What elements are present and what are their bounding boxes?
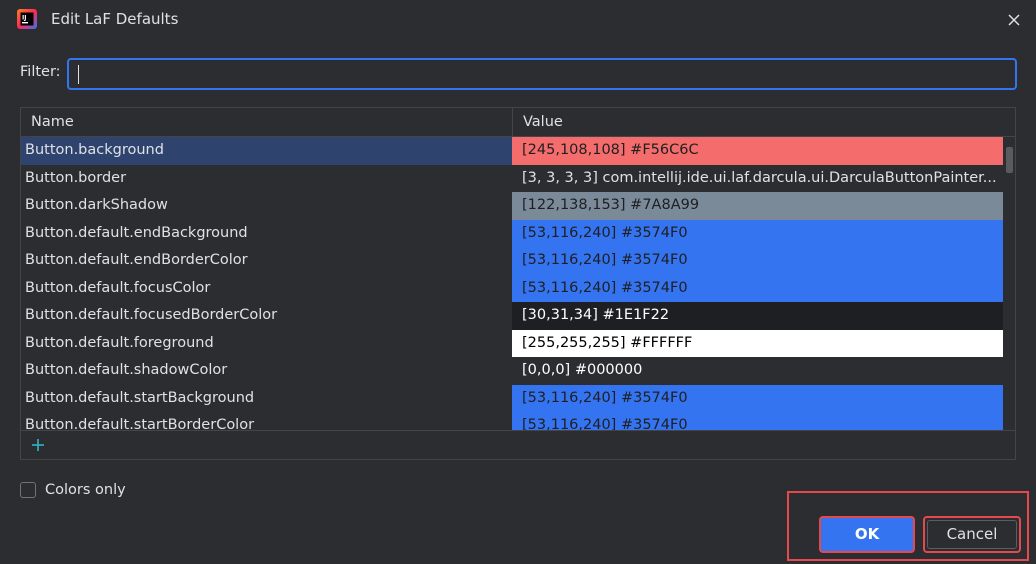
row-name-cell: Button.darkShadow <box>25 197 168 213</box>
ok-button[interactable]: OK <box>819 516 915 553</box>
table-row[interactable]: Button.border [3, 3, 3, 3] com.intellij.i… <box>21 165 1005 193</box>
row-value-cell[interactable]: [53,116,240] #3574F0 <box>512 384 1003 412</box>
plus-icon[interactable] <box>29 436 47 454</box>
table-header: Name Value <box>21 108 1015 137</box>
row-value-cell[interactable]: [53,116,240] #3574F0 <box>512 412 1003 430</box>
table-toolbar <box>21 430 1015 459</box>
row-name-cell: Button.default.startBorderColor <box>25 417 255 430</box>
table-row[interactable]: Button.darkShadow [122,138,153] #7A8A99 <box>21 192 1005 220</box>
window-title: Edit LaF Defaults <box>51 10 179 28</box>
title-bar: IJ Edit LaF Defaults <box>0 0 1036 40</box>
row-value-cell[interactable]: [3, 3, 3, 3] com.intellij.ide.ui.laf.dar… <box>512 165 1003 193</box>
colors-only-option[interactable]: Colors only <box>20 480 126 500</box>
column-header-name[interactable]: Name <box>21 108 513 136</box>
table-row[interactable]: Button.default.startBorderColor [53,116,2… <box>21 412 1005 430</box>
row-value-cell[interactable]: [122,138,153] #7A8A99 <box>512 192 1003 220</box>
row-name-cell: Button.default.shadowColor <box>25 362 228 378</box>
row-name-cell: Button.default.foreground <box>25 334 214 351</box>
colors-only-checkbox[interactable] <box>20 482 36 498</box>
filter-input-container[interactable] <box>67 58 1017 90</box>
row-name-cell: Button.default.endBorderColor <box>25 252 248 268</box>
laf-defaults-table: Name Value Button.background [245,108,108… <box>20 107 1016 460</box>
row-name-cell: Button.default.startBackground <box>25 389 255 406</box>
row-value-cell[interactable]: [53,116,240] #3574F0 <box>512 219 1003 247</box>
row-value-cell[interactable]: [30,31,34] #1E1F22 <box>512 302 1003 330</box>
cancel-button[interactable]: Cancel <box>923 516 1021 553</box>
table-row[interactable]: Button.default.foreground [255,255,255] #… <box>21 329 1005 357</box>
table-row[interactable]: Button.default.endBorderColor [53,116,240… <box>21 247 1005 275</box>
table-row[interactable]: Button.default.endBackground [53,116,240]… <box>21 219 1005 247</box>
filter-input[interactable] <box>69 60 1015 88</box>
row-value-cell[interactable]: [53,116,240] #3574F0 <box>512 247 1003 275</box>
colors-only-label: Colors only <box>45 482 126 498</box>
row-value-cell[interactable]: [0,0,0] #000000 <box>512 357 1003 385</box>
table-body: Button.background [245,108,108] #F56C6C Bu… <box>21 137 1005 430</box>
row-value-cell[interactable]: [245,108,108] #F56C6C <box>512 137 1003 165</box>
table-row[interactable]: Button.default.focusedBorderColor [30,31,… <box>21 302 1005 330</box>
column-header-value[interactable]: Value <box>513 108 1003 136</box>
table-row[interactable]: Button.default.focusColor [53,116,240] #3… <box>21 274 1005 302</box>
row-value-cell[interactable]: [255,255,255] #FFFFFF <box>512 329 1003 357</box>
table-row[interactable]: Button.background [245,108,108] #F56C6C <box>21 137 1005 165</box>
row-name-cell: Button.background <box>21 137 512 165</box>
filter-label: Filter: <box>20 64 61 80</box>
table-row[interactable]: Button.default.shadowColor [0,0,0] #00000… <box>21 357 1005 385</box>
row-name-cell: Button.default.focusedBorderColor <box>25 307 278 323</box>
row-name-cell: Button.border <box>25 169 127 186</box>
intellij-idea-icon: IJ <box>17 9 37 29</box>
table-row[interactable]: Button.default.startBackground [53,116,24… <box>21 384 1005 412</box>
close-icon[interactable] <box>1004 10 1024 30</box>
scrollbar-thumb[interactable] <box>1006 147 1013 173</box>
row-name-cell: Button.default.endBackground <box>25 224 248 241</box>
text-caret <box>78 65 79 84</box>
cancel-button-label: Cancel <box>927 520 1017 549</box>
row-name-cell: Button.default.focusColor <box>25 279 211 296</box>
row-value-cell[interactable]: [53,116,240] #3574F0 <box>512 274 1003 302</box>
vertical-scrollbar[interactable] <box>1004 137 1014 430</box>
svg-text:IJ: IJ <box>22 15 26 22</box>
